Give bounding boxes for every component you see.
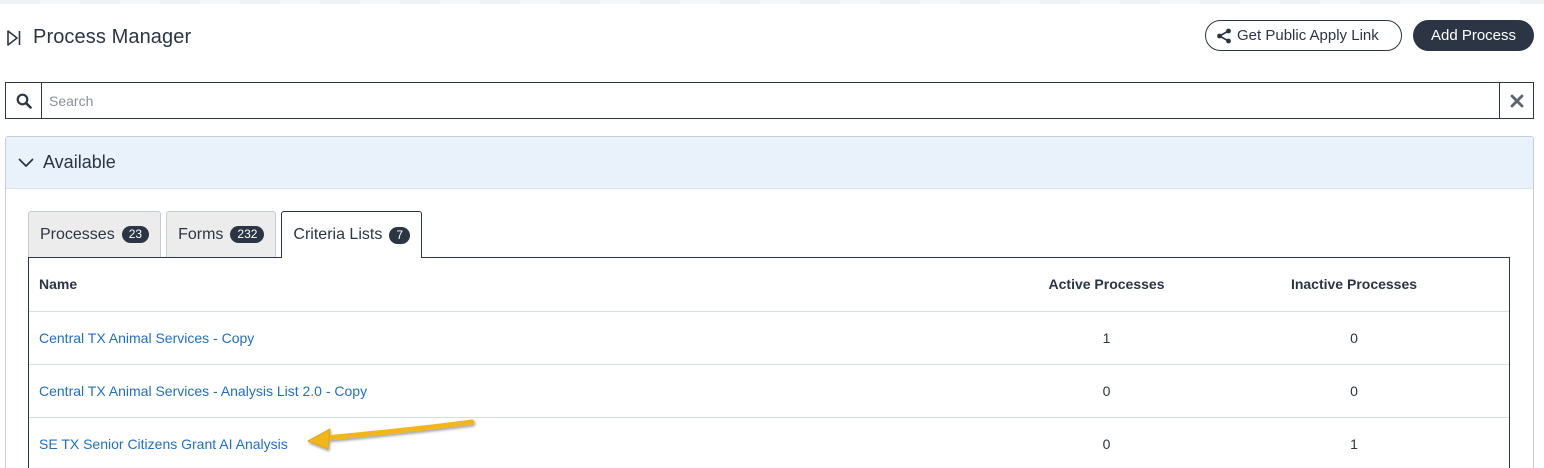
panel-title: Available	[43, 152, 116, 172]
search-button[interactable]	[6, 83, 42, 118]
active-processes-cell: 1	[974, 311, 1239, 365]
chevron-down-icon	[18, 158, 34, 167]
row-spacer	[1469, 311, 1509, 365]
count-badge: 23	[121, 226, 150, 243]
tab-processes[interactable]: Processes 23	[28, 211, 162, 257]
criteria-lists-table: Name Active Processes Inactive Processes…	[28, 257, 1510, 468]
tab-criteria-lists[interactable]: Criteria Lists 7	[281, 211, 423, 258]
available-panel-header[interactable]: Available	[6, 137, 1533, 189]
tab-label: Processes	[40, 225, 115, 243]
column-header-spacer	[1469, 258, 1509, 312]
get-public-apply-link-button[interactable]: Get Public Apply Link	[1205, 20, 1402, 51]
tab-bar: Processes 23 Forms 232 Criteria Lists 7	[28, 211, 427, 258]
search-bar	[5, 82, 1534, 119]
available-panel: Available Processes 23 Forms 232 Criteri…	[5, 136, 1534, 468]
inactive-processes-cell: 0	[1239, 311, 1469, 365]
share-icon	[1217, 28, 1231, 43]
active-processes-cell: 0	[974, 364, 1239, 418]
table-row: SE TX Senior Citizens Grant AI Analysis …	[29, 417, 1509, 468]
row-spacer	[1469, 364, 1509, 418]
row-spacer	[1469, 417, 1509, 468]
tab-label: Forms	[178, 225, 224, 243]
search-icon	[16, 93, 32, 109]
add-process-button[interactable]: Add Process	[1413, 20, 1534, 51]
page-title: Process Manager	[33, 26, 192, 48]
sidebar-toggle-icon[interactable]	[6, 29, 22, 47]
top-decorative-strip	[0, 0, 1544, 4]
count-badge: 7	[389, 226, 411, 244]
criteria-list-link[interactable]: Central TX Animal Services - Copy	[39, 330, 254, 346]
search-input[interactable]	[42, 83, 1499, 118]
tab-label: Criteria Lists	[293, 226, 383, 243]
inactive-processes-cell: 1	[1239, 417, 1469, 468]
clear-search-button[interactable]	[1499, 83, 1533, 118]
tab-forms[interactable]: Forms 232	[166, 211, 277, 257]
table-row: Central TX Animal Services - Analysis Li…	[29, 364, 1509, 418]
column-header-inactive-processes[interactable]: Inactive Processes	[1239, 258, 1469, 312]
active-processes-cell: 0	[974, 417, 1239, 468]
count-badge: 232	[230, 226, 265, 243]
close-icon	[1510, 94, 1523, 107]
column-header-name[interactable]: Name	[29, 258, 974, 312]
get-public-apply-link-label: Get Public Apply Link	[1237, 27, 1379, 44]
criteria-list-link[interactable]: SE TX Senior Citizens Grant AI Analysis	[39, 436, 288, 452]
table-row: Central TX Animal Services - Copy 1 0	[29, 311, 1509, 365]
criteria-list-link[interactable]: Central TX Animal Services - Analysis Li…	[39, 383, 367, 399]
page-header: Process Manager Get Public Apply Link Ad…	[0, 18, 1544, 58]
table-header-row: Name Active Processes Inactive Processes	[29, 258, 1509, 312]
inactive-processes-cell: 0	[1239, 364, 1469, 418]
column-header-active-processes[interactable]: Active Processes	[974, 258, 1239, 312]
arrow-annotation	[307, 419, 475, 450]
